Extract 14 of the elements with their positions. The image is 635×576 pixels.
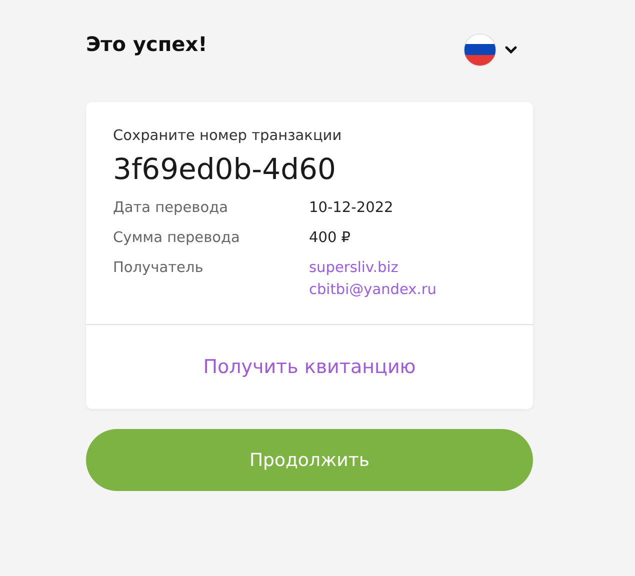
field-label: Получатель: [113, 260, 204, 278]
field-value: 10-12-2022: [309, 200, 394, 216]
receipt-link[interactable]: Получить квитанцию: [203, 356, 416, 378]
transaction-id: 3f69ed0b-4d60: [113, 152, 337, 186]
recipient-link[interactable]: cbitbi@yandex.ru: [309, 282, 436, 298]
chevron-down-icon[interactable]: [505, 46, 517, 54]
caption: Сохраните номер транзакции: [113, 128, 343, 144]
field-label: Дата перевода: [113, 200, 230, 216]
continue-button[interactable]: Продолжить: [86, 429, 533, 491]
field-label: Сумма перевода: [113, 230, 241, 246]
field-value: 400 ₽: [309, 230, 351, 246]
flag-icon[interactable]: [463, 33, 497, 67]
recipient-link[interactable]: supersliv.biz: [309, 260, 436, 276]
page-title: Это успех!: [86, 32, 208, 56]
